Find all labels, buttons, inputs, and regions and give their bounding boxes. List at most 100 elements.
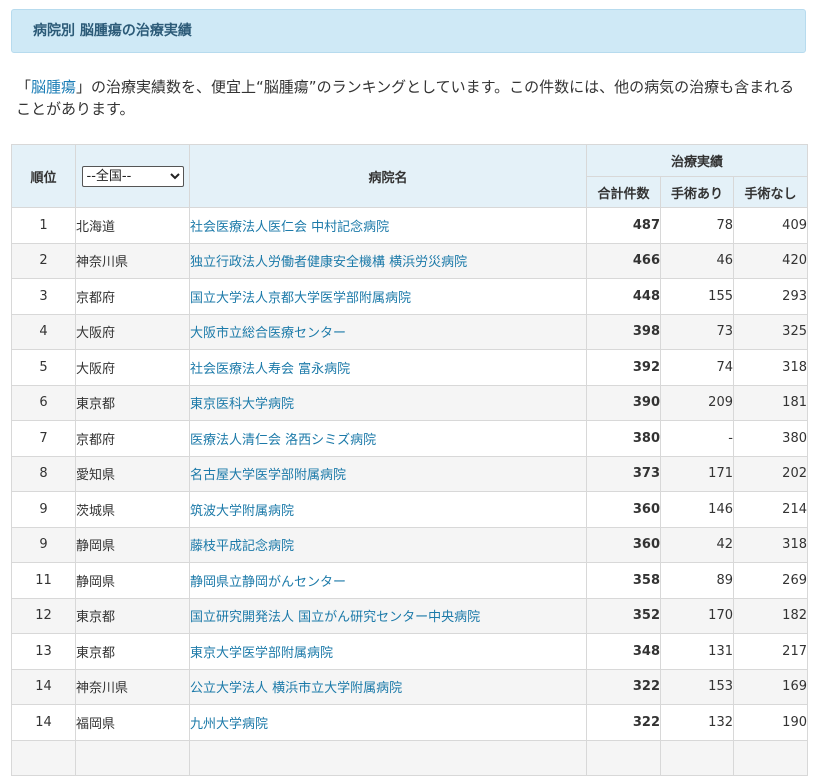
intro-open-bracket: 「 bbox=[16, 78, 32, 96]
rank-cell: 2 bbox=[11, 242, 76, 279]
hospital-link[interactable]: 藤枝平成記念病院 bbox=[190, 539, 294, 554]
total-cell: 322 bbox=[586, 704, 661, 741]
surgery-cell: 46 bbox=[660, 242, 734, 279]
hospital-cell: 九州大学病院 bbox=[189, 704, 587, 741]
no-surgery-cell: 182 bbox=[733, 597, 808, 634]
total-cell: 448 bbox=[586, 278, 661, 315]
prefecture-cell: 静岡県 bbox=[75, 562, 190, 599]
total-cell: 487 bbox=[586, 207, 661, 244]
total-cell: 358 bbox=[586, 562, 661, 599]
no-surgery-cell: 217 bbox=[733, 633, 808, 670]
hospital-link[interactable]: 大阪市立総合医療センター bbox=[190, 326, 346, 341]
rank-cell: 1 bbox=[11, 207, 76, 244]
table-row: 4 大阪府 大阪市立総合医療センター 398 73 325 bbox=[11, 313, 808, 350]
no-surgery-cell: 293 bbox=[733, 278, 808, 315]
surgery-cell: 78 bbox=[660, 207, 734, 244]
rank-cell: 11 bbox=[11, 562, 76, 599]
total-cell: 360 bbox=[586, 491, 661, 528]
header-rank: 順位 bbox=[11, 144, 76, 208]
surgery-cell: 155 bbox=[660, 278, 734, 315]
hospital-link[interactable]: 社会医療法人医仁会 中村記念病院 bbox=[190, 220, 389, 235]
table-row: 5 大阪府 社会医療法人寿会 富永病院 392 74 318 bbox=[11, 349, 808, 386]
surgery-cell: 209 bbox=[660, 384, 734, 421]
hospital-cell: 社会医療法人寿会 富永病院 bbox=[189, 349, 587, 386]
surgery-cell: 42 bbox=[660, 526, 734, 563]
total-cell: 348 bbox=[586, 633, 661, 670]
hospital-link[interactable]: 国立大学法人京都大学医学部附属病院 bbox=[190, 291, 411, 306]
table-row: 13 東京都 東京大学医学部附属病院 348 131 217 bbox=[11, 633, 808, 670]
hospital-cell: 国立研究開発法人 国立がん研究センター中央病院 bbox=[189, 597, 587, 634]
hospital-cell: 名古屋大学医学部附属病院 bbox=[189, 455, 587, 492]
hospital-link[interactable]: 独立行政法人労働者健康安全機構 横浜労災病院 bbox=[190, 255, 467, 270]
hospital-cell: 医療法人清仁会 洛西シミズ病院 bbox=[189, 420, 587, 457]
table-row: 14 神奈川県 公立大学法人 横浜市立大学附属病院 322 153 169 bbox=[11, 668, 808, 705]
table-row: 11 静岡県 静岡県立静岡がんセンター 358 89 269 bbox=[11, 562, 808, 599]
hospital-link[interactable]: 静岡県立静岡がんセンター bbox=[190, 575, 346, 590]
surgery-cell: 132 bbox=[660, 704, 734, 741]
no-surgery-cell: 202 bbox=[733, 455, 808, 492]
hospital-cell: 大阪市立総合医療センター bbox=[189, 313, 587, 350]
hospital-link[interactable]: 九州大学病院 bbox=[190, 717, 268, 732]
hospital-link[interactable]: 国立研究開発法人 国立がん研究センター中央病院 bbox=[190, 610, 480, 625]
table-row: 8 愛知県 名古屋大学医学部附属病院 373 171 202 bbox=[11, 455, 808, 492]
no-surgery-cell: 181 bbox=[733, 384, 808, 421]
total-cell: 380 bbox=[586, 420, 661, 457]
page-heading: 病院別 脳腫瘍の治療実績 bbox=[11, 9, 806, 53]
hospital-link[interactable]: 東京医科大学病院 bbox=[190, 397, 294, 412]
prefecture-cell bbox=[75, 739, 190, 776]
no-surgery-cell: 190 bbox=[733, 704, 808, 741]
hospital-cell: 藤枝平成記念病院 bbox=[189, 526, 587, 563]
table-row: 2 神奈川県 独立行政法人労働者健康安全機構 横浜労災病院 466 46 420 bbox=[11, 242, 808, 279]
total-cell: 390 bbox=[586, 384, 661, 421]
hospital-cell bbox=[189, 739, 587, 776]
intro-text: 「脳腫瘍」の治療実績数を、便宜上“脳腫瘍”のランキングとしています。この件数には… bbox=[16, 76, 806, 120]
prefecture-cell: 神奈川県 bbox=[75, 242, 190, 279]
rank-cell: 9 bbox=[11, 526, 76, 563]
intro-keyword-link[interactable]: 脳腫瘍 bbox=[31, 78, 76, 96]
hospital-link[interactable]: 筑波大学附属病院 bbox=[190, 504, 294, 519]
surgery-cell: 74 bbox=[660, 349, 734, 386]
prefecture-cell: 京都府 bbox=[75, 420, 190, 457]
header-region: --全国-- bbox=[75, 144, 190, 208]
header-hospital: 病院名 bbox=[189, 144, 587, 208]
table-row: 14 福岡県 九州大学病院 322 132 190 bbox=[11, 704, 808, 741]
no-surgery-cell bbox=[733, 739, 808, 776]
rank-cell: 5 bbox=[11, 349, 76, 386]
prefecture-cell: 北海道 bbox=[75, 207, 190, 244]
rank-cell: 14 bbox=[11, 704, 76, 741]
hospital-cell: 静岡県立静岡がんセンター bbox=[189, 562, 587, 599]
total-cell: 392 bbox=[586, 349, 661, 386]
total-cell bbox=[586, 739, 661, 776]
surgery-cell: 153 bbox=[660, 668, 734, 705]
hospital-cell: 筑波大学附属病院 bbox=[189, 491, 587, 528]
no-surgery-cell: 269 bbox=[733, 562, 808, 599]
rank-cell: 8 bbox=[11, 455, 76, 492]
rank-cell: 4 bbox=[11, 313, 76, 350]
prefecture-cell: 東京都 bbox=[75, 384, 190, 421]
table-row: 7 京都府 医療法人清仁会 洛西シミズ病院 380-380 bbox=[11, 420, 808, 457]
prefecture-cell: 大阪府 bbox=[75, 349, 190, 386]
hospital-link[interactable]: 公立大学法人 横浜市立大学附属病院 bbox=[190, 681, 402, 696]
no-surgery-cell: 214 bbox=[733, 491, 808, 528]
prefecture-cell: 京都府 bbox=[75, 278, 190, 315]
region-select[interactable]: --全国-- bbox=[81, 165, 184, 187]
no-surgery-cell: 318 bbox=[733, 526, 808, 563]
hospital-cell: 東京医科大学病院 bbox=[189, 384, 587, 421]
prefecture-cell: 東京都 bbox=[75, 633, 190, 670]
rank-cell: 14 bbox=[11, 668, 76, 705]
table-row bbox=[11, 739, 808, 776]
hospital-link[interactable]: 名古屋大学医学部附属病院 bbox=[190, 468, 346, 483]
ranking-table: 順位 --全国-- 病院名 治療実績 合計件数 手術あり 手術なし 1 北海道 社会… bbox=[11, 144, 808, 776]
rank-cell: 3 bbox=[11, 278, 76, 315]
header-results: 治療実績 bbox=[586, 144, 808, 177]
hospital-link[interactable]: 医療法人清仁会 洛西シミズ病院 bbox=[190, 433, 376, 448]
hospital-cell: 国立大学法人京都大学医学部附属病院 bbox=[189, 278, 587, 315]
header-no-surgery: 手術なし bbox=[733, 176, 808, 208]
table-row: 3 京都府 国立大学法人京都大学医学部附属病院 448 155 293 bbox=[11, 278, 808, 315]
hospital-link[interactable]: 東京大学医学部附属病院 bbox=[190, 646, 333, 661]
total-cell: 398 bbox=[586, 313, 661, 350]
hospital-link[interactable]: 社会医療法人寿会 富永病院 bbox=[190, 362, 350, 377]
surgery-cell: 170 bbox=[660, 597, 734, 634]
surgery-cell: 73 bbox=[660, 313, 734, 350]
surgery-cell: 146 bbox=[660, 491, 734, 528]
